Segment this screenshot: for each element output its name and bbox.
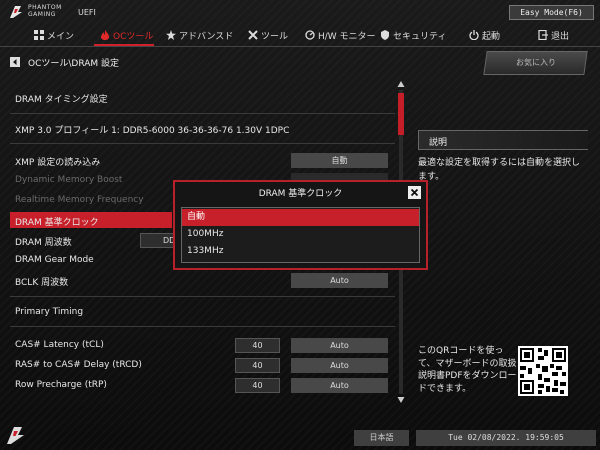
description-title: 説明 [429,138,448,148]
tab-tools-label: ツール [261,31,289,42]
favorites-button[interactable]: お気に入り [483,51,588,75]
bclk-value[interactable]: Auto [291,273,388,288]
row-xmp-load-label[interactable]: XMP 設定の読み込み [15,155,100,168]
easy-mode-button[interactable]: Easy Mode(F6) [509,5,594,20]
section-primary-timing: Primary Timing [15,307,84,317]
tab-exit-label: 退出 [551,31,570,42]
shield-icon [381,30,389,40]
chevron-left-icon [13,59,17,65]
trp-value[interactable]: Auto [291,378,388,393]
tab-advanced-label: アドバンスド [179,31,234,42]
popup-title: DRAM 基準クロック [258,189,343,199]
brand-line-2: GAMING [28,11,56,18]
option-133mhz[interactable]: 133MHz [182,243,419,260]
section-dram-timing: DRAM タイミング設定 [15,95,108,105]
description-text: 最適な設定を取得するには自動を選択します。 [418,158,581,182]
main-nav: メイン OCツール アドバンスド ツール H/W モニター セキュリティ 起動 … [0,24,600,47]
row-realtime-freq-label: Realtime Memory Frequency [15,195,144,205]
xmp-profile-info: XMP 3.0 プロフィール 1: DDR5-6000 36-36-36-76 … [15,126,290,136]
xmp-load-value[interactable]: 自動 [291,153,388,168]
tab-oc-tools-label: OCツール [113,31,154,42]
footer-logo-icon [7,427,24,444]
tab-boot-label: 起動 [482,31,501,42]
brand-line-1: PHANTOM [28,4,62,11]
qr-description: このQRコードを使って、マザーボードの取扱説明書PDFをダウンロードできます。 [418,346,517,394]
popup-close-button[interactable] [408,186,421,199]
tab-hw-monitor[interactable]: H/W モニター [305,24,376,46]
trcd-number[interactable]: 40 [235,358,280,373]
scroll-down-icon[interactable] [397,396,405,404]
scroll-up-icon[interactable] [397,80,405,88]
tab-main[interactable]: メイン [34,24,74,46]
flame-icon [101,30,109,40]
tab-main-label: メイン [47,31,75,42]
star-icon [166,30,176,40]
favorites-label: お気に入り [515,58,556,67]
tab-boot[interactable]: 起動 [469,24,500,46]
back-button[interactable] [10,57,20,67]
tab-tools[interactable]: ツール [248,24,288,46]
row-bclk-label[interactable]: BCLK 周波数 [15,275,68,288]
row-dynamic-boost-label: Dynamic Memory Boost [15,175,123,185]
tab-oc-tools[interactable]: OCツール [100,24,153,46]
tab-security[interactable]: セキュリティ [380,24,446,46]
power-icon [469,30,479,40]
monitor-icon [305,30,315,40]
qr-code-icon [518,346,568,396]
trp-number[interactable]: 40 [235,378,280,393]
breadcrumb: OCツール\DRAM 設定 [28,59,120,69]
uefi-label: UEFI [78,8,96,17]
exit-icon [538,30,548,40]
divider [10,296,395,297]
phantom-gaming-logo-icon [10,6,22,18]
trcd-value[interactable]: Auto [291,358,388,373]
base-clock-popup: DRAM 基準クロック 自動 100MHz 133MHz [173,180,428,270]
row-base-clock-label[interactable]: DRAM 基準クロック [15,215,99,228]
option-100mhz[interactable]: 100MHz [182,226,419,243]
active-tab-indicator [94,44,154,46]
divider [10,143,395,144]
language-button[interactable]: 日本語 [354,430,409,446]
wrench-icon [248,30,258,40]
row-gear-mode-label[interactable]: DRAM Gear Mode [15,255,94,265]
tab-advanced[interactable]: アドバンスド [166,24,233,46]
row-dram-freq-label[interactable]: DRAM 周波数 [15,235,72,248]
header: PHANTOM GAMING UEFI Easy Mode(F6) [0,0,600,24]
tab-hw-monitor-label: H/W モニター [318,31,376,42]
scrollbar-thumb[interactable] [398,93,404,135]
divider [10,113,395,114]
close-icon [410,188,419,197]
tcl-value[interactable]: Auto [291,338,388,353]
row-tcl-label[interactable]: CAS# Latency (tCL) [15,340,104,350]
grid-icon [34,30,44,40]
popup-option-list: 自動 100MHz 133MHz [181,207,420,263]
brand-text: PHANTOM GAMING [28,4,62,18]
datetime-display: Tue 02/08/2022. 19:59:05 [416,430,596,446]
tab-security-label: セキュリティ [393,31,447,42]
divider [10,326,395,327]
tab-exit[interactable]: 退出 [538,24,569,46]
row-trp-label[interactable]: Row Precharge (tRP) [15,380,107,390]
option-auto[interactable]: 自動 [182,209,419,226]
row-trcd-label[interactable]: RAS# to CAS# Delay (tRCD) [15,360,142,370]
tcl-number[interactable]: 40 [235,338,280,353]
